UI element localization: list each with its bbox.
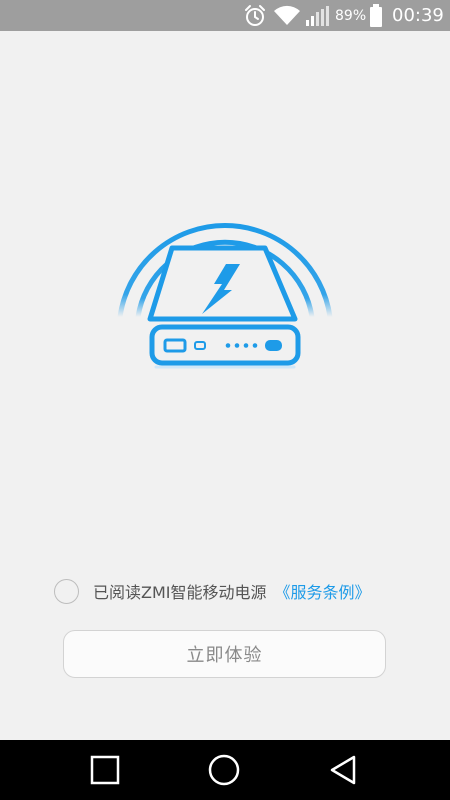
recent-apps-button[interactable] (75, 740, 135, 800)
circle-icon (208, 754, 240, 786)
home-button[interactable] (194, 740, 254, 800)
clock: 00:39 (392, 5, 444, 26)
back-button[interactable] (314, 740, 374, 800)
agreement-checkbox[interactable] (54, 578, 79, 604)
wifi-icon (273, 0, 301, 31)
start-button[interactable]: 立即体验 (63, 630, 386, 678)
agreement-text: 已阅读ZMI智能移动电源 (93, 583, 267, 602)
agreement-row: 已阅读ZMI智能移动电源 《服务条例》 (54, 576, 371, 606)
navigation-bar (0, 740, 450, 800)
battery-percent: 89% (335, 7, 367, 24)
square-icon (90, 755, 120, 785)
power-bank-wireless-icon (110, 172, 340, 382)
signal-icon (305, 0, 331, 31)
triangle-back-icon (330, 755, 356, 785)
terms-link[interactable]: 《服务条例》 (275, 579, 371, 603)
status-bar: 89% 00:39 (0, 0, 450, 31)
battery-icon (369, 0, 383, 31)
alarm-icon (243, 0, 267, 31)
